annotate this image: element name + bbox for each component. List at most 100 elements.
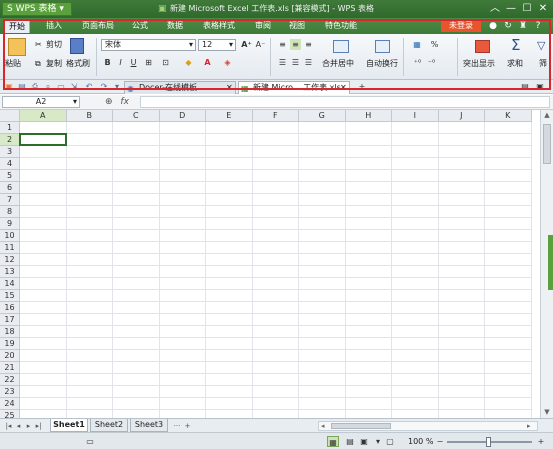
wrap-text-icon[interactable]: [375, 40, 390, 53]
increase-decimal-icon[interactable]: ⁺⁰: [412, 57, 423, 68]
font-color-icon[interactable]: A: [202, 57, 213, 68]
align-middle-icon[interactable]: ≡: [290, 39, 301, 50]
tab-home[interactable]: 开始: [4, 19, 30, 33]
auto-wrap-button[interactable]: 自动换行: [366, 58, 398, 69]
next-sheet-icon[interactable]: ▸: [24, 421, 33, 431]
filter-button[interactable]: 筛: [539, 58, 547, 69]
scroll-up-icon[interactable]: ▲: [543, 111, 551, 119]
column-header[interactable]: F: [252, 110, 299, 122]
increase-font-icon[interactable]: A⁺: [241, 39, 252, 50]
italic-button[interactable]: I: [115, 57, 126, 68]
prev-sheet-icon[interactable]: ◂: [14, 421, 23, 431]
cut-button[interactable]: 剪切: [46, 39, 62, 50]
scroll-right-icon[interactable]: ▸: [527, 422, 531, 430]
maximize-button[interactable]: ☐: [519, 2, 535, 16]
tab-data[interactable]: 数据: [163, 19, 187, 33]
decrease-decimal-icon[interactable]: ⁻⁰: [426, 57, 437, 68]
underline-button[interactable]: U: [128, 57, 139, 68]
sum-icon[interactable]: Σ: [511, 37, 520, 53]
function-icon[interactable]: fx: [120, 97, 129, 107]
status-doc-icon[interactable]: ▭: [84, 436, 96, 447]
merge-center-button[interactable]: 合并居中: [322, 58, 354, 69]
close-tab-icon[interactable]: ✕: [226, 82, 233, 94]
spreadsheet-grid[interactable]: ABCDEFGHIJK 1 2 3 4 5 6 7 8 9 10 11 12 13 14 15 16 17 18 1…: [0, 110, 540, 418]
tab-review[interactable]: 审阅: [251, 19, 275, 33]
column-header[interactable]: H: [345, 110, 392, 122]
row-header[interactable]: 22: [0, 374, 20, 386]
selected-cell[interactable]: [19, 133, 67, 146]
tab-table-style[interactable]: 表格样式: [199, 19, 239, 33]
format-painter-icon[interactable]: [70, 38, 84, 54]
row-header[interactable]: 6: [0, 182, 20, 194]
align-center-icon[interactable]: ☰: [290, 57, 301, 68]
sheet-tab-2[interactable]: Sheet2: [90, 419, 128, 432]
tab-view[interactable]: 视图: [285, 19, 309, 33]
zoom-slider-thumb[interactable]: [486, 437, 491, 447]
align-top-icon[interactable]: ≡: [277, 39, 288, 50]
row-header[interactable]: 20: [0, 350, 20, 362]
align-left-icon[interactable]: ☰: [277, 57, 288, 68]
row-header[interactable]: 12: [0, 254, 20, 266]
scroll-thumb[interactable]: [543, 124, 551, 164]
highlight-icon[interactable]: [475, 40, 490, 53]
fill-color-icon[interactable]: ◆: [183, 57, 194, 68]
tab-special-features[interactable]: 特色功能: [321, 19, 361, 33]
row-header[interactable]: 2: [0, 134, 20, 146]
highlight-button[interactable]: 突出显示: [463, 58, 495, 69]
tab-list-icon[interactable]: ▤: [520, 82, 530, 92]
scroll-down-icon[interactable]: ▼: [543, 408, 551, 416]
sheet-tab-1[interactable]: Sheet1: [50, 419, 88, 432]
skin-icon[interactable]: ♜: [517, 20, 529, 32]
row-header[interactable]: 21: [0, 362, 20, 374]
column-header[interactable]: K: [485, 110, 532, 122]
row-header[interactable]: 16: [0, 302, 20, 314]
column-header[interactable]: A: [20, 110, 67, 122]
percent-button[interactable]: %: [429, 39, 440, 50]
page-break-view-icon[interactable]: ▣: [358, 436, 370, 447]
new-tab-button[interactable]: +: [357, 82, 367, 92]
user-icon[interactable]: ●: [487, 20, 499, 32]
normal-view-icon[interactable]: ▦: [327, 436, 339, 447]
open-icon[interactable]: ▭: [56, 82, 66, 92]
fullscreen-icon[interactable]: ▢: [384, 436, 396, 447]
row-header[interactable]: 14: [0, 278, 20, 290]
column-header[interactable]: G: [299, 110, 346, 122]
layout-icon[interactable]: ▣: [535, 82, 545, 92]
print-icon[interactable]: ⎙: [30, 82, 40, 92]
font-name-select[interactable]: 宋体 ▾: [101, 39, 196, 51]
scroll-left-icon[interactable]: ◂: [321, 422, 325, 430]
close-button[interactable]: ✕: [535, 2, 551, 16]
page-layout-view-icon[interactable]: ▤: [344, 436, 356, 447]
row-header[interactable]: 9: [0, 218, 20, 230]
column-header[interactable]: E: [206, 110, 253, 122]
paste-button[interactable]: 粘贴: [5, 58, 21, 69]
scissors-icon[interactable]: ✂: [35, 39, 42, 50]
doc-tab-docer[interactable]: ◉ Docer-在线模板 ✕: [124, 81, 236, 94]
tab-formulas[interactable]: 公式: [128, 19, 152, 33]
more-sheets-button[interactable]: ···: [171, 421, 183, 431]
column-header[interactable]: D: [159, 110, 206, 122]
minimize-button[interactable]: —: [503, 2, 519, 16]
close-tab-icon[interactable]: ✕: [340, 82, 347, 94]
border-icon[interactable]: ⊞: [143, 57, 154, 68]
sheet-tab-3[interactable]: Sheet3: [130, 419, 168, 432]
font-size-select[interactable]: 12 ▾: [198, 39, 236, 51]
help-icon[interactable]: ?: [532, 20, 544, 32]
column-header[interactable]: B: [66, 110, 113, 122]
collapse-ribbon-icon[interactable]: ︿: [487, 2, 503, 16]
row-header[interactable]: 18: [0, 326, 20, 338]
format-painter-button[interactable]: 格式刷: [66, 58, 90, 69]
tab-insert[interactable]: 插入: [42, 19, 66, 33]
copy-icon[interactable]: ⧉: [35, 58, 41, 69]
export-icon[interactable]: ⇲: [69, 82, 79, 92]
filter-icon[interactable]: ▽: [537, 39, 545, 52]
undo-icon[interactable]: ↶: [84, 82, 94, 92]
column-header[interactable]: I: [392, 110, 439, 122]
row-header[interactable]: 8: [0, 206, 20, 218]
save-icon[interactable]: ▤: [17, 82, 27, 92]
zoom-icon[interactable]: ⊕: [105, 97, 113, 107]
row-header[interactable]: 7: [0, 194, 20, 206]
side-panel-toggle[interactable]: [548, 235, 553, 290]
row-header[interactable]: 1: [0, 122, 20, 134]
name-box[interactable]: A2 ▾: [2, 96, 80, 108]
